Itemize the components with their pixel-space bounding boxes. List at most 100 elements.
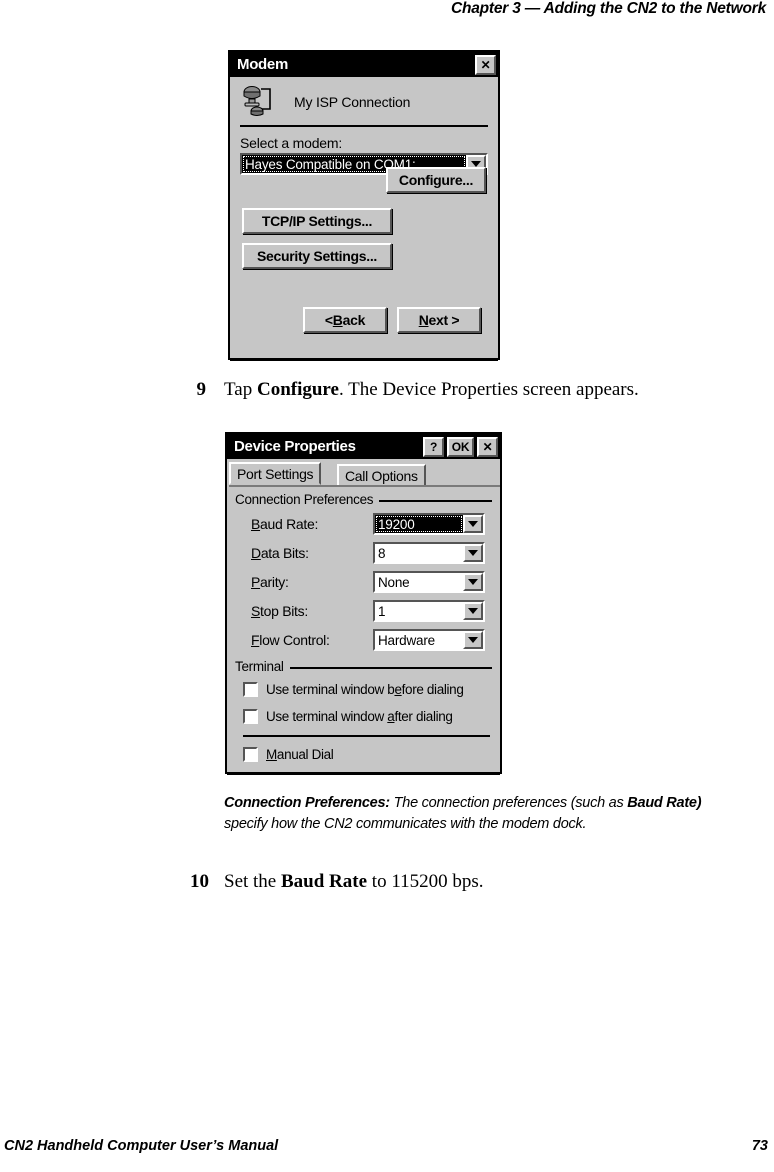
step-9-bold: Configure <box>256 379 339 400</box>
footer-manual-title: CN2 Handheld Computer User’s Manual <box>4 1138 279 1154</box>
flow-control-label: Flow Control: <box>251 632 373 648</box>
step-10-number: 10 <box>190 871 209 892</box>
connection-summary-row: My ISP Connection <box>230 77 498 121</box>
footer-page-number: 73 <box>751 1138 768 1154</box>
chevron-down-icon[interactable] <box>463 601 483 620</box>
baud-rate-label-text: aud Rate: <box>260 515 319 532</box>
parity-label: Parity: <box>251 574 373 590</box>
page-footer: CN2 Handheld Computer User’s Manual 73 <box>4 1138 768 1158</box>
baud-rate-accel: B <box>251 515 261 532</box>
help-icon[interactable]: ? <box>423 436 444 457</box>
manual-dial-label: Manual Dial <box>266 747 334 762</box>
device-dialog-body: Port Settings Call Options Connection Pr… <box>227 462 500 775</box>
tabstrip-underline <box>229 485 500 487</box>
back-button[interactable]: < Back <box>303 307 387 333</box>
flow-control-label-text: low Control: <box>259 631 330 648</box>
device-dialog-titlebar: Device Properties ? OK ✕ <box>227 434 500 459</box>
chevron-down-icon[interactable] <box>463 630 483 649</box>
modem-dialog-titlebar: Modem ✕ <box>230 52 498 77</box>
step-9-post: . The Device Properties screen appears. <box>338 379 639 400</box>
stop-bits-label: Stop Bits: <box>251 603 373 619</box>
data-bits-value: 8 <box>378 545 386 561</box>
connection-name-label: My ISP Connection <box>294 94 411 110</box>
step-10-pre: Set the <box>224 871 281 892</box>
manual-dial-post: anual Dial <box>276 747 334 762</box>
divider <box>243 735 490 737</box>
terminal-before-dialing-row[interactable]: Use terminal window before dialing <box>227 676 500 703</box>
terminal-after-post: fter dialing <box>394 709 453 724</box>
parity-combo[interactable]: None <box>373 570 485 593</box>
baud-rate-combo[interactable]: 19200 <box>373 512 485 535</box>
terminal-after-dialing-row[interactable]: Use terminal window after dialing <box>227 703 500 730</box>
terminal-group: Terminal <box>235 658 492 676</box>
terminal-before-dialing-label: Use terminal window before dialing <box>266 682 464 697</box>
data-bits-accel: D <box>251 544 261 561</box>
tab-call-options[interactable]: Call Options <box>337 464 426 485</box>
modem-dialog-title: Modem <box>237 56 289 73</box>
tabstrip: Port Settings Call Options <box>229 462 500 487</box>
terminal-title: Terminal <box>235 659 290 674</box>
connection-preferences-group: Connection Preferences <box>235 491 492 509</box>
tab-port-settings-label: Port Settings <box>237 466 314 482</box>
stop-bits-combo[interactable]: 1 <box>373 599 485 622</box>
data-bits-row: Data Bits: 8 <box>227 538 500 567</box>
tcpip-settings-button[interactable]: TCP/IP Settings... <box>242 208 392 234</box>
security-settings-button[interactable]: Security Settings... <box>242 243 392 269</box>
chevron-down-icon[interactable] <box>463 543 483 562</box>
terminal-before-dialing-checkbox[interactable] <box>243 682 258 697</box>
manual-dial-checkbox[interactable] <box>243 747 258 762</box>
step-9-text: Tap Configure. The Device Properties scr… <box>224 378 639 402</box>
device-properties-dialog: Device Properties ? OK ✕ Port Settings C… <box>225 432 502 775</box>
terminal-before-post: fore dialing <box>401 682 464 697</box>
terminal-after-pre: Use terminal window <box>266 709 388 724</box>
back-button-rest: ack <box>342 312 366 328</box>
flow-control-row: Flow Control: Hardware <box>227 625 500 654</box>
running-head: Chapter 3 — Adding the CN2 to the Networ… <box>450 0 766 17</box>
ok-button[interactable]: OK <box>447 436 474 457</box>
security-settings-label: Security Settings... <box>256 248 378 264</box>
caption-text-1: The connection preferences (such as <box>389 795 628 811</box>
device-dialog-title: Device Properties <box>234 438 356 455</box>
parity-accel: P <box>251 573 261 590</box>
data-bits-combo[interactable]: 8 <box>373 541 485 564</box>
manual-dial-accel: M <box>266 747 277 762</box>
baud-rate-row: Baud Rate: 19200 <box>227 509 500 538</box>
parity-row: Parity: None <box>227 567 500 596</box>
terminal-after-dialing-checkbox[interactable] <box>243 709 258 724</box>
caption-bold-lead: Connection Preferences: <box>224 795 390 811</box>
configure-button[interactable]: Configure... <box>386 167 486 193</box>
next-button-rest: ext > <box>428 312 460 328</box>
flow-control-combo[interactable]: Hardware <box>373 628 485 651</box>
select-modem-label: Select a modem: <box>240 135 343 151</box>
parity-value: None <box>378 574 410 590</box>
caption-text-2: specify how the CN2 communicates with th… <box>224 816 587 832</box>
step-9-number: 9 <box>196 379 207 400</box>
step-9-pre: Tap <box>224 379 257 400</box>
stop-bits-accel: S <box>251 602 261 619</box>
stop-bits-label-text: top Bits: <box>260 602 308 619</box>
back-button-prefix: < <box>324 312 333 328</box>
back-button-accel: B <box>332 312 343 328</box>
modem-connection-icon <box>240 85 276 119</box>
baud-rate-label: Baud Rate: <box>251 516 373 532</box>
chevron-down-icon[interactable] <box>463 572 483 591</box>
connection-preferences-title: Connection Preferences <box>235 492 380 507</box>
close-icon[interactable]: ✕ <box>475 54 496 75</box>
tab-call-options-label: Call Options <box>345 468 418 484</box>
data-bits-label: Data Bits: <box>251 545 373 561</box>
next-button[interactable]: Next > <box>397 307 481 333</box>
caption-bold-2: Baud Rate) <box>627 795 702 811</box>
tab-port-settings[interactable]: Port Settings <box>229 462 322 485</box>
stop-bits-row: Stop Bits: 1 <box>227 596 500 625</box>
manual-dial-row[interactable]: Manual Dial <box>227 741 500 768</box>
chevron-down-icon[interactable] <box>463 514 483 533</box>
baud-rate-value: 19200 <box>375 514 463 533</box>
step-10-post: to 115200 bps. <box>367 871 484 892</box>
parity-label-text: arity: <box>260 573 289 590</box>
step-10-bold: Baud Rate <box>281 871 368 892</box>
close-icon[interactable]: ✕ <box>477 436 498 457</box>
stop-bits-value: 1 <box>378 603 386 619</box>
terminal-before-pre: Use terminal window b <box>266 682 395 697</box>
data-bits-label-text: ata Bits: <box>260 544 309 561</box>
terminal-after-dialing-label: Use terminal window after dialing <box>266 709 453 724</box>
